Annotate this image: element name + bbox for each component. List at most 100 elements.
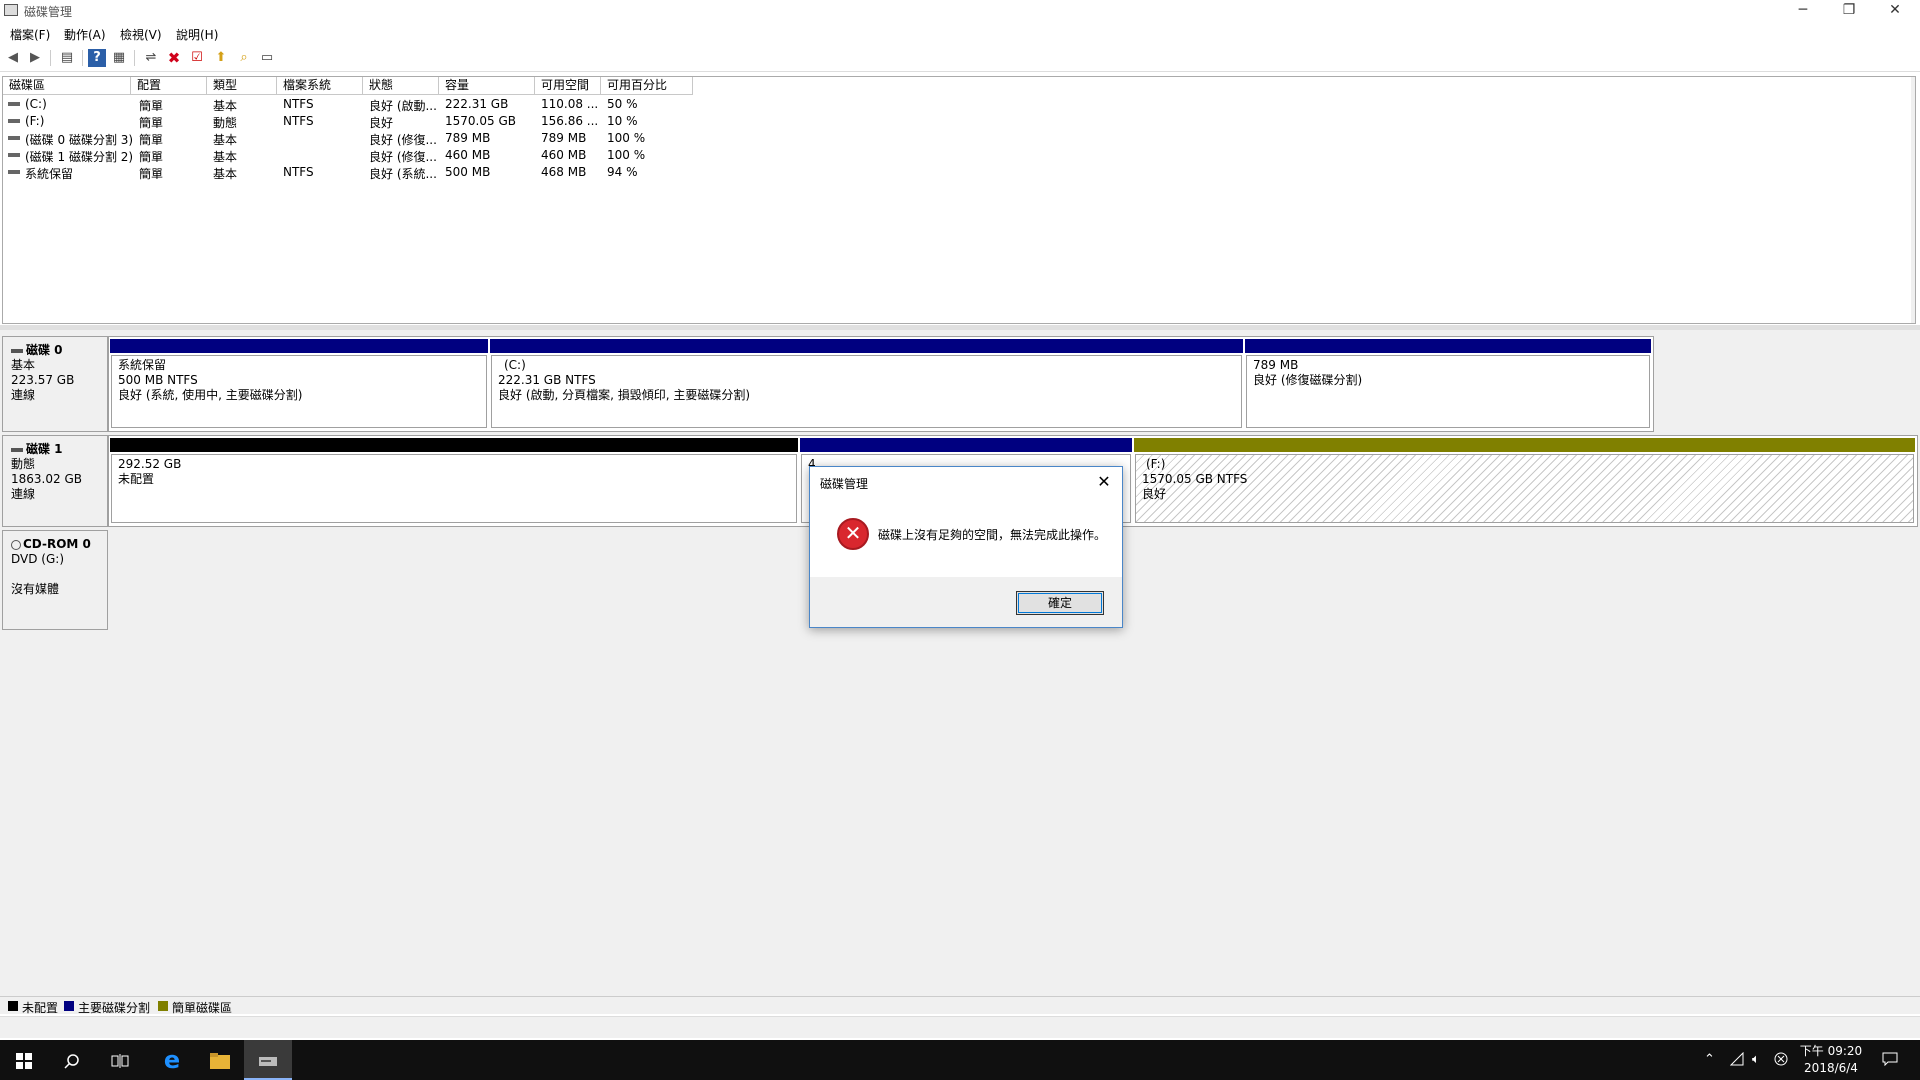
toolbar-divider — [50, 50, 51, 66]
cell-status: 良好 (修復... — [369, 150, 437, 164]
cell-free-space: 156.86 ... — [541, 114, 599, 128]
partition-color-bar — [1134, 438, 1915, 452]
window-title: 磁碟管理 — [24, 5, 73, 19]
disk1-name: 磁碟 1 — [11, 442, 107, 457]
column-header-volume[interactable]: 磁碟區 — [3, 77, 131, 95]
partition-size: 500 MB NTFS — [118, 373, 198, 387]
console-tree-icon[interactable]: ▤ — [58, 49, 76, 67]
menu-help[interactable]: 說明(H) — [176, 26, 218, 43]
clock[interactable]: 下午 09:20 2018/6/4 — [1786, 1043, 1876, 1077]
cell-free-space: 460 MB — [541, 148, 587, 162]
cell-type: 基本 — [213, 99, 238, 113]
partition-f[interactable]: (F:) 1570.05 GB NTFS 良好 — [1134, 438, 1915, 524]
legend-swatch-unallocated — [8, 1001, 18, 1011]
connect-icon[interactable]: ⇌ — [142, 49, 160, 67]
delete-icon[interactable]: ✖ — [165, 49, 183, 67]
task-view-icon[interactable] — [96, 1040, 144, 1080]
table-row[interactable]: (C:) 簡單 基本 NTFS 良好 (啟動... 222.31 GB 110.… — [3, 96, 683, 113]
cell-percent-free: 94 % — [607, 165, 638, 179]
disk0-status: 連線 — [11, 388, 36, 402]
column-header-layout[interactable]: 配置 — [131, 77, 207, 95]
cell-layout: 簡單 — [139, 99, 164, 113]
toolbar-divider — [82, 50, 83, 66]
status-bar — [0, 1016, 1920, 1038]
help-icon[interactable]: ? — [88, 49, 106, 67]
start-icon[interactable] — [0, 1040, 48, 1080]
cell-filesystem: NTFS — [283, 165, 314, 179]
minimize-button[interactable]: ─ — [1780, 0, 1826, 22]
forward-icon[interactable]: ▶ — [26, 49, 44, 67]
column-header-type[interactable]: 類型 — [207, 77, 277, 95]
cell-percent-free: 10 % — [607, 114, 638, 128]
volume-icon — [8, 170, 20, 174]
disk1-label[interactable]: 磁碟 1 動態 1863.02 GB 連線 — [2, 435, 108, 527]
volume-list[interactable]: 磁碟區 配置 類型 檔案系統 狀態 容量 可用空間 可用百分比 (C:) 簡單 … — [2, 76, 1916, 324]
file-explorer-icon[interactable] — [196, 1040, 244, 1080]
dialog-close-button[interactable]: ✕ — [1090, 469, 1118, 495]
notification-icon[interactable] — [1882, 1052, 1898, 1070]
table-row[interactable]: (磁碟 0 磁碟分割 3) 簡單 基本 良好 (修復... 789 MB 789… — [3, 130, 683, 147]
partition-recovery[interactable]: 789 MB 良好 (修復磁碟分割) — [1245, 339, 1651, 429]
cell-capacity: 222.31 GB — [445, 97, 509, 111]
restore-button[interactable]: ❐ — [1826, 0, 1872, 22]
disk0-partitions: 系統保留 500 MB NTFS 良好 (系統, 使用中, 主要磁碟分割) (C… — [108, 336, 1654, 432]
import-icon[interactable]: ⬆ — [212, 49, 230, 67]
disk0-label[interactable]: 磁碟 0 基本 223.57 GB 連線 — [2, 336, 108, 432]
dialog-body: ✕ 磁碟上沒有足夠的空間，無法完成此操作。 — [810, 497, 1122, 577]
back-icon[interactable]: ◀ — [4, 49, 22, 67]
partition-status: 良好 (修復磁碟分割) — [1253, 373, 1363, 387]
cell-percent-free: 50 % — [607, 97, 638, 111]
column-header-capacity[interactable]: 容量 — [439, 77, 535, 95]
rescan-icon[interactable]: ▭ — [258, 49, 276, 67]
column-header-filesystem[interactable]: 檔案系統 — [277, 77, 363, 95]
partition-label: (C:) — [504, 358, 526, 372]
partition-color-bar — [800, 438, 1132, 452]
disk1-status: 連線 — [11, 487, 36, 501]
cell-percent-free: 100 % — [607, 148, 646, 162]
menu-view[interactable]: 檢視(V) — [120, 26, 162, 43]
legend-label: 未配置 — [22, 1001, 59, 1015]
cell-free-space: 468 MB — [541, 165, 587, 179]
dialog-footer: 確定 — [810, 577, 1122, 627]
cell-free-space: 789 MB — [541, 131, 587, 145]
cdrom-icon — [11, 539, 21, 550]
volume-icon — [8, 102, 20, 106]
cell-layout: 簡單 — [139, 133, 164, 147]
search-icon[interactable]: ⌕ — [235, 49, 253, 67]
properties-icon[interactable]: ▦ — [110, 49, 128, 67]
column-header-percent-free[interactable]: 可用百分比 — [601, 77, 693, 95]
disk-icon — [11, 348, 23, 353]
column-header-status[interactable]: 狀態 — [363, 77, 439, 95]
edge-icon[interactable]: e — [148, 1040, 196, 1080]
search-icon[interactable] — [48, 1040, 96, 1080]
close-button[interactable]: ✕ — [1872, 0, 1918, 22]
partition-unallocated[interactable]: 292.52 GB 未配置 — [110, 438, 798, 524]
vertical-scrollbar[interactable] — [1911, 77, 1915, 323]
cell-status: 良好 (系統... — [369, 167, 437, 181]
cell-capacity: 1570.05 GB — [445, 114, 516, 128]
table-row[interactable]: (F:) 簡單 動態 NTFS 良好 1570.05 GB 156.86 ...… — [3, 113, 683, 130]
column-header-free-space[interactable]: 可用空間 — [535, 77, 601, 95]
partition-color-bar — [110, 438, 798, 452]
menu-action[interactable]: 動作(A) — [64, 26, 106, 43]
table-row[interactable]: 系統保留 簡單 基本 NTFS 良好 (系統... 500 MB 468 MB … — [3, 164, 683, 181]
ok-button[interactable]: 確定 — [1016, 591, 1104, 615]
disk0-size: 223.57 GB — [11, 373, 75, 387]
cell-volume: (C:) — [25, 97, 47, 111]
cell-filesystem: NTFS — [283, 97, 314, 111]
partition-c[interactable]: (C:) 222.31 GB NTFS 良好 (啟動, 分頁檔案, 損毀傾印, … — [490, 339, 1243, 429]
partition-status: 未配置 — [118, 472, 155, 486]
menu-file[interactable]: 檔案(F) — [10, 26, 50, 43]
network-icon[interactable] — [1729, 1051, 1744, 1070]
disk-icon — [11, 447, 23, 452]
chevron-up-icon[interactable]: ⌃ — [1704, 1052, 1715, 1067]
disk-graphic-view: 磁碟 0 基本 223.57 GB 連線 系統保留 500 MB NTFS 良好… — [0, 330, 1920, 996]
legend-swatch-simple — [158, 1001, 168, 1011]
cdrom0-label[interactable]: CD-ROM 0 DVD (G:) 沒有媒體 — [2, 530, 108, 630]
table-row[interactable]: (磁碟 1 磁碟分割 2) 簡單 基本 良好 (修復... 460 MB 460… — [3, 147, 683, 164]
legend-label: 主要磁碟分割 — [78, 1001, 151, 1015]
volume-icon[interactable]: 🔈︎ — [1752, 1052, 1760, 1067]
partition-system-reserved[interactable]: 系統保留 500 MB NTFS 良好 (系統, 使用中, 主要磁碟分割) — [110, 339, 488, 429]
check-icon[interactable]: ☑ — [188, 49, 206, 67]
disk-management-icon[interactable] — [244, 1040, 292, 1080]
